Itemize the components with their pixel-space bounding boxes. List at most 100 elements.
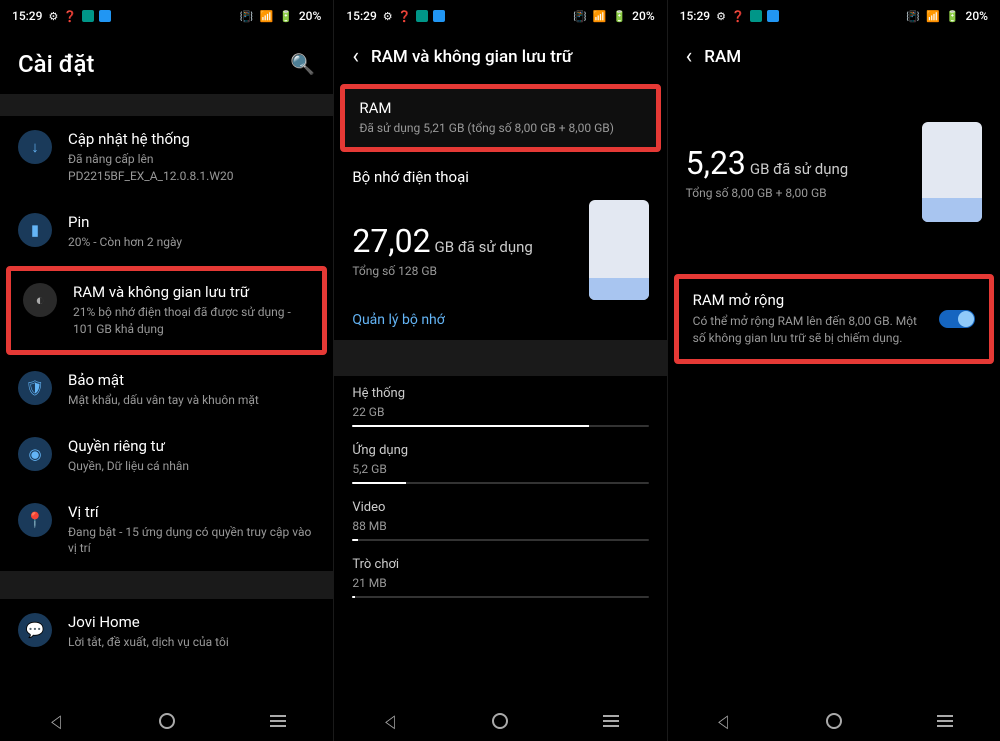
wifi-icon: 📶 (259, 10, 273, 23)
cat-label: Trò chơi (352, 557, 648, 572)
row-title: Quyền riêng tư (68, 437, 315, 455)
phone-storage-label: Bộ nhớ điện thoại (334, 154, 666, 194)
ram-used-unit: GB đã sử dụng (750, 160, 848, 178)
highlighted-ram-item: RAM Đã sử dụng 5,21 GB (tổng số 8,00 GB … (340, 84, 660, 152)
row-sub: Lời tắt, đề xuất, dịch vụ của tôi (68, 634, 315, 651)
storage-visual (589, 200, 649, 300)
ram-extend-title: RAM mở rộng (693, 291, 927, 309)
wifi-icon: 📶 (593, 10, 607, 23)
vibrate-icon: 📳 (573, 10, 587, 23)
nav-bar: ◁ (0, 701, 333, 741)
storage-category[interactable]: Ứng dụng5,2 GB (334, 433, 666, 490)
row-title: Jovi Home (68, 613, 315, 631)
row-icon: ↓ (18, 130, 52, 164)
page-title: RAM và không gian lưu trữ (371, 47, 572, 67)
row-sub: Quyền, Dữ liệu cá nhân (68, 458, 315, 475)
settings-header: Cài đặt 🔍 (0, 28, 333, 94)
nav-home-button[interactable] (814, 701, 854, 741)
nav-back-button[interactable]: ◁ (709, 701, 737, 741)
settings-row[interactable]: ↓ Cập nhật hệ thống Đã nâng cấp lên PD2215… (0, 116, 333, 199)
nav-home-button[interactable] (147, 701, 187, 741)
vibrate-icon: 📳 (240, 10, 254, 23)
cat-value: 21 MB (352, 576, 648, 590)
settings-row[interactable]: ◉Quyền riêng tưQuyền, Dữ liệu cá nhân (0, 423, 333, 489)
page-title: Cài đặt (18, 50, 94, 78)
cat-bar (352, 425, 648, 427)
settings-row[interactable]: 💬 Jovi Home Lời tắt, đề xuất, dịch vụ của … (0, 599, 333, 665)
ram-extend-toggle[interactable] (939, 310, 975, 328)
row-sub: Đang bật - 15 ứng dụng có quyền truy cập… (68, 524, 315, 558)
status-bar: 15:29 ⚙ ❓ 📳 📶 🔋 20% (0, 0, 333, 28)
settings-row[interactable]: ▮ Pin 20% - Còn hơn 2 ngày (0, 199, 333, 265)
status-time: 15:29 (680, 9, 710, 23)
battery-icon: 🔋 (279, 10, 293, 23)
nav-recent-button[interactable] (258, 701, 298, 741)
manage-storage-link[interactable]: Quản lý bộ nhớ (334, 300, 462, 340)
row-title: Pin (68, 213, 315, 231)
battery-icon: 🔋 (946, 10, 960, 23)
help-icon: ❓ (731, 10, 745, 23)
ram-header: ‹ RAM (668, 28, 1000, 82)
download-icon (767, 10, 779, 22)
status-time: 15:29 (12, 9, 42, 23)
row-icon: 💬 (18, 613, 52, 647)
row-sub: Đã nâng cấp lên PD2215BF_EX_A_12.0.8.1.W… (68, 151, 315, 185)
row-sub: 20% - Còn hơn 2 ngày (68, 234, 315, 251)
storage-category[interactable]: Video88 MB (334, 490, 666, 547)
storage-category[interactable]: Trò chơi 21 MB (334, 547, 666, 604)
ram-screen: 15:29 ⚙ ❓ 📳 📶 🔋 20% ‹ RAM 5,23 GB đã sử … (667, 0, 1000, 741)
storage-total: Tổng số 128 GB (352, 264, 533, 278)
cat-label: Video (352, 500, 648, 515)
row-sub: Mật khẩu, dấu vân tay và khuôn mặt (68, 392, 315, 409)
cat-value: 5,2 GB (352, 462, 648, 476)
storage-category[interactable]: Hệ thống 22 GB (334, 376, 666, 433)
nav-back-button[interactable]: ◁ (42, 701, 70, 741)
settings-row[interactable]: ◐RAM và không gian lưu trữ21% bộ nhớ điệ… (11, 271, 322, 350)
row-icon: 🛡 (18, 371, 52, 405)
divider (0, 94, 333, 104)
app-indicator-icon (416, 10, 428, 22)
cat-label: Hệ thống (352, 386, 648, 401)
battery-pct: 20% (966, 9, 988, 23)
nav-back-button[interactable]: ◁ (376, 701, 404, 741)
row-icon: 📍 (18, 503, 52, 537)
ram-summary: 5,23 GB đã sử dụng Tổng số 8,00 GB + 8,0… (668, 82, 1000, 222)
row-title: Cập nhật hệ thống (68, 130, 315, 148)
ram-total: Tổng số 8,00 GB + 8,00 GB (686, 186, 849, 200)
nav-bar: ◁ (668, 701, 1000, 741)
row-sub: 21% bộ nhớ điện thoại đã được sử dụng - … (73, 304, 310, 338)
download-icon (99, 10, 111, 22)
status-bar: 15:29 ⚙ ❓ 📳 📶 🔋 20% (668, 0, 1000, 28)
nav-recent-button[interactable] (925, 701, 965, 741)
settings-row[interactable]: 🛡 Bảo mật Mật khẩu, dấu vân tay và khuôn m… (0, 357, 333, 423)
nav-home-button[interactable] (480, 701, 520, 741)
storage-used-number: 27,02 (352, 222, 430, 260)
settings-row[interactable]: 📍Vị tríĐang bật - 15 ứng dụng có quyền t… (0, 489, 333, 572)
back-icon[interactable]: ‹ (352, 46, 359, 68)
ram-row[interactable]: RAM Đã sử dụng 5,21 GB (tổng số 8,00 GB … (345, 89, 655, 147)
row-icon: ▮ (18, 213, 52, 247)
settings-screen: 15:29 ⚙ ❓ 📳 📶 🔋 20% Cài đặt 🔍 ↓ Cập nhật … (0, 0, 333, 741)
battery-icon: 🔋 (612, 10, 626, 23)
vibrate-icon: 📳 (906, 10, 920, 23)
help-icon: ❓ (398, 10, 412, 23)
ram-extend-row[interactable]: RAM mở rộng Có thể mở rộng RAM lên đến 8… (679, 279, 989, 359)
highlighted-ram-extend: RAM mở rộng Có thể mở rộng RAM lên đến 8… (674, 274, 994, 364)
row-title: RAM và không gian lưu trữ (73, 283, 310, 301)
gear-icon: ⚙ (716, 10, 726, 23)
ram-sub: Đã sử dụng 5,21 GB (tổng số 8,00 GB + 8,… (359, 121, 641, 135)
search-icon[interactable]: 🔍 (290, 52, 315, 76)
cat-value: 22 GB (352, 405, 648, 419)
gear-icon: ⚙ (48, 10, 58, 23)
row-title: Bảo mật (68, 371, 315, 389)
storage-used-unit: GB đã sử dụng (435, 238, 533, 256)
wifi-icon: 📶 (926, 10, 940, 23)
nav-recent-button[interactable] (591, 701, 631, 741)
help-icon: ❓ (63, 10, 77, 23)
app-indicator-icon (750, 10, 762, 22)
storage-header: ‹ RAM và không gian lưu trữ (334, 28, 666, 82)
back-icon[interactable]: ‹ (686, 46, 693, 68)
cat-bar (352, 482, 648, 484)
download-icon (433, 10, 445, 22)
battery-pct: 20% (632, 9, 654, 23)
